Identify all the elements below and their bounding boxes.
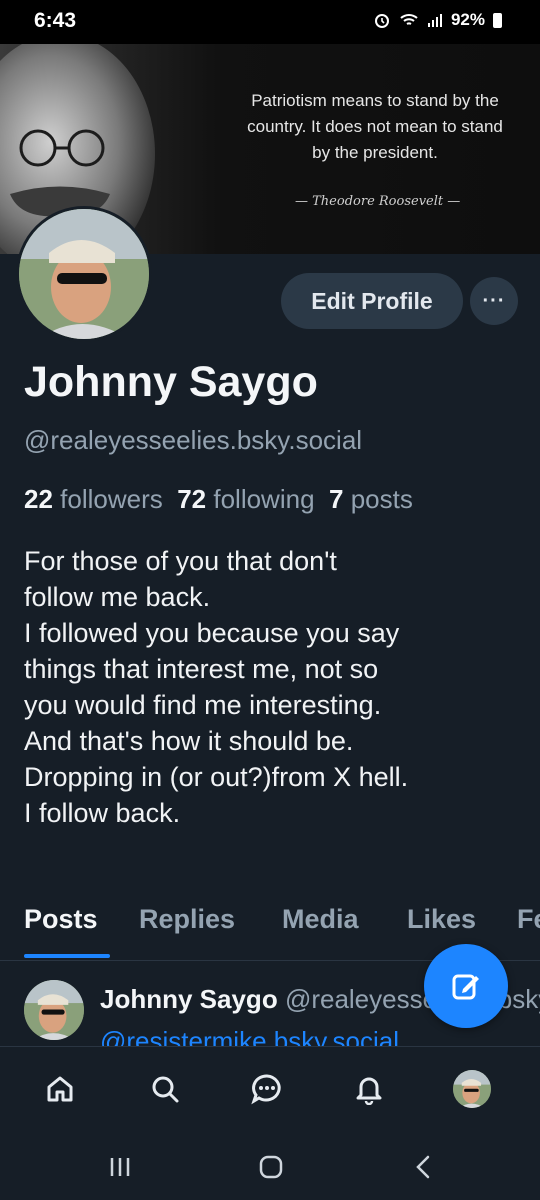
home-circle-icon <box>259 1155 283 1179</box>
following-link[interactable]: 72 following <box>177 484 314 514</box>
compose-icon <box>452 974 479 1000</box>
bio-line: you would find me interesting. <box>24 690 382 720</box>
more-options-button[interactable]: ··· <box>470 277 518 325</box>
status-time: 6:43 <box>34 9 77 32</box>
post-mention-link[interactable]: @resistermike.bsky.social <box>100 1026 399 1046</box>
tab-likes[interactable]: Likes <box>407 904 476 935</box>
avatar-photo <box>19 209 149 339</box>
profile-avatar[interactable] <box>16 206 152 342</box>
post-author-avatar[interactable] <box>24 980 84 1040</box>
bottom-navigation <box>0 1046 540 1131</box>
followers-link[interactable]: 22 followers <box>24 484 163 514</box>
compose-post-button[interactable] <box>424 944 508 1028</box>
home-system-button[interactable] <box>251 1152 291 1182</box>
recents-button[interactable] <box>100 1152 140 1182</box>
back-icon <box>416 1155 430 1179</box>
tab-media[interactable]: Media <box>282 904 359 935</box>
search-icon <box>152 1076 179 1103</box>
bio-line: Dropping in (or out?)from X hell. <box>24 762 409 792</box>
nav-notifications[interactable] <box>345 1065 393 1113</box>
signal-icon <box>427 14 442 27</box>
avatar-photo <box>24 980 84 1040</box>
status-icons: 92% <box>373 10 502 30</box>
nav-chat[interactable] <box>243 1065 291 1113</box>
home-icon <box>47 1076 73 1102</box>
bio-line: things that interest me, not so <box>24 654 379 684</box>
battery-icon <box>493 12 502 28</box>
back-button[interactable] <box>403 1152 443 1182</box>
nav-search[interactable] <box>141 1065 189 1113</box>
tab-replies[interactable]: Replies <box>139 904 235 935</box>
banner-attribution: Theodore Roosevelt <box>295 194 460 209</box>
bio-line: And that's how it should be. <box>24 726 354 756</box>
battery-percent: 92% <box>450 10 485 29</box>
profile-stats: 22 followers 72 following 7 posts <box>24 484 413 515</box>
profile-bio: For those of you that don't follow me ba… <box>24 543 524 831</box>
bio-line: follow me back. <box>24 582 211 612</box>
chat-icon <box>251 1074 281 1105</box>
banner-quote: Patriotism means to stand by the country… <box>247 91 503 162</box>
bio-line: I followed you because you say <box>24 618 400 648</box>
tab-feeds[interactable]: Feeds <box>517 904 540 935</box>
display-name: Johnny Saygo <box>24 358 318 406</box>
post-author-name[interactable]: Johnny Saygo <box>100 984 278 1014</box>
alarm-icon <box>374 14 389 28</box>
bio-line: I follow back. <box>24 798 181 828</box>
nav-profile[interactable] <box>448 1065 496 1113</box>
system-navigation <box>0 1130 540 1200</box>
wifi-icon <box>400 14 418 25</box>
bio-line: For those of you that don't <box>24 546 337 576</box>
avatar-photo <box>453 1070 491 1108</box>
profile-avatar <box>453 1070 491 1108</box>
profile-handle: @realeyesseelies.bsky.social <box>24 425 363 455</box>
tab-posts[interactable]: Posts <box>24 904 98 935</box>
bell-icon <box>356 1077 382 1105</box>
recents-icon <box>110 1158 130 1176</box>
active-tab-indicator <box>24 954 110 958</box>
edit-profile-button[interactable]: Edit Profile <box>281 273 463 329</box>
status-bar: 6:43 92% <box>0 0 540 44</box>
nav-home[interactable] <box>36 1065 84 1113</box>
posts-count: 7 posts <box>328 484 413 514</box>
